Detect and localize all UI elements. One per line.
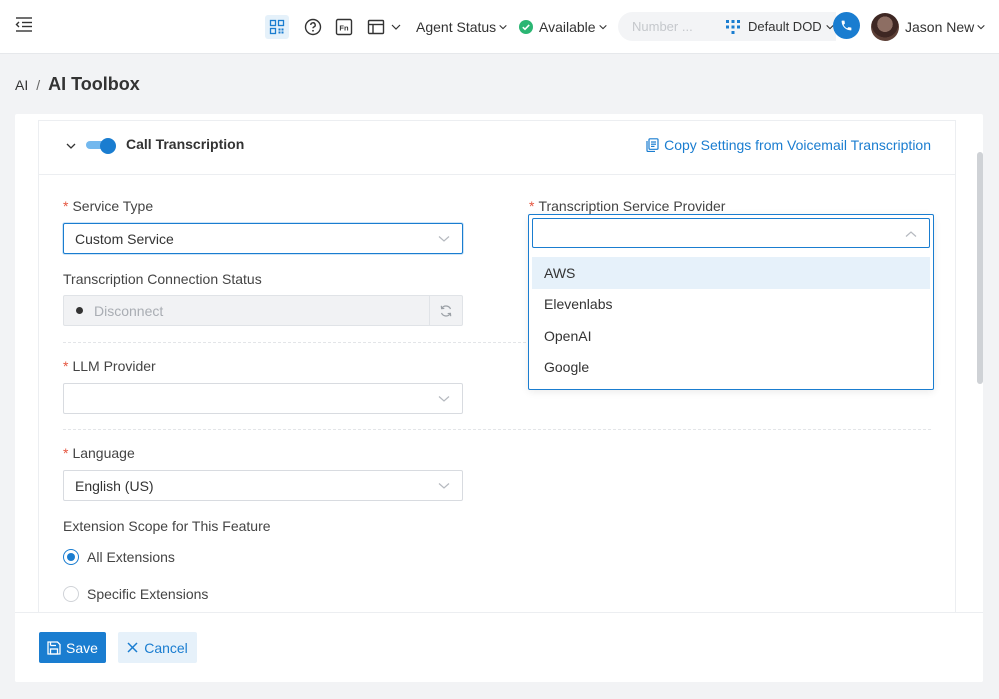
status-dot [76, 307, 83, 314]
radio-all-extensions[interactable]: All Extensions [63, 549, 175, 565]
language-label-text: Language [72, 445, 135, 461]
refresh-button[interactable] [429, 296, 462, 325]
number-input[interactable] [618, 12, 730, 41]
save-button[interactable]: Save [39, 632, 106, 663]
provider-option-aws[interactable]: AWS [532, 257, 930, 289]
chevron-down-icon [391, 24, 401, 30]
cancel-button[interactable]: Cancel [118, 632, 197, 663]
agent-status-dropdown[interactable]: Agent Status [416, 0, 508, 54]
close-icon [127, 642, 138, 653]
fn-key-icon[interactable]: Fn [335, 0, 353, 54]
qr-code-icon[interactable] [265, 15, 289, 39]
radio-specific-extensions[interactable]: Specific Extensions [63, 586, 208, 602]
window-icon[interactable] [367, 0, 402, 54]
svg-text:Fn: Fn [339, 23, 349, 32]
provider-select[interactable] [532, 218, 930, 248]
scrollbar[interactable] [977, 152, 983, 384]
radio-label: Specific Extensions [87, 586, 209, 602]
extension-scope-label: Extension Scope for This Feature [63, 518, 271, 534]
availability-dropdown[interactable]: Available [519, 0, 608, 54]
provider-option-elevenlabs[interactable]: Elevenlabs [529, 289, 933, 321]
call-transcription-toggle[interactable] [86, 138, 116, 154]
save-icon [47, 640, 61, 655]
radio-button[interactable] [63, 549, 79, 565]
chevron-down-icon [438, 236, 450, 242]
help-icon[interactable] [304, 0, 322, 54]
radio-label: All Extensions [87, 549, 175, 565]
card-header: Call Transcription Copy Settings from Vo… [39, 121, 955, 175]
card-title: Call Transcription [126, 136, 245, 152]
llm-provider-select[interactable] [63, 383, 463, 414]
default-dod-dropdown[interactable]: Default DOD [718, 12, 836, 41]
provider-option-google[interactable]: Google [529, 352, 933, 384]
copy-settings-link[interactable]: Copy Settings from Voicemail Transcripti… [646, 137, 931, 153]
service-type-value: Custom Service [75, 230, 174, 247]
copy-settings-label: Copy Settings from Voicemail Transcripti… [664, 137, 931, 153]
service-type-select[interactable]: Custom Service [63, 223, 463, 254]
page-title: AI Toolbox [48, 74, 140, 94]
llm-provider-label: * LLM Provider [63, 358, 156, 374]
section-divider [63, 429, 931, 430]
chevron-up-icon [905, 231, 917, 237]
main-panel: Call Transcription Copy Settings from Vo… [15, 114, 983, 682]
chevron-down-icon [499, 24, 507, 30]
connection-status-label: Transcription Connection Status [63, 271, 262, 287]
chevron-down-icon [598, 24, 607, 30]
llm-provider-label-text: LLM Provider [72, 358, 156, 374]
provider-label-text: Transcription Service Provider [538, 198, 726, 214]
top-bar: Fn Agent Status Available Default DOD Ja… [0, 0, 999, 54]
chevron-down-icon [438, 483, 450, 489]
connection-status-value: Disconnect [94, 302, 164, 319]
language-value: English (US) [75, 477, 154, 494]
check-circle-icon [519, 20, 533, 34]
service-type-label: * Service Type [63, 198, 153, 214]
dialpad-icon [726, 19, 740, 34]
agent-status-label: Agent Status [416, 19, 497, 35]
language-select[interactable]: English (US) [63, 470, 463, 501]
provider-option-openai[interactable]: OpenAI [529, 320, 933, 352]
language-label: * Language [63, 445, 135, 461]
connection-status-field: Disconnect [63, 295, 463, 326]
chevron-down-icon[interactable] [65, 140, 77, 152]
required-mark: * [63, 198, 69, 214]
provider-label: * Transcription Service Provider [529, 198, 725, 214]
chevron-down-icon [977, 24, 985, 30]
user-name: Jason New [905, 19, 975, 35]
breadcrumb-separator: / [36, 76, 41, 93]
provider-dropdown: AWS Elevenlabs OpenAI Google [528, 214, 934, 390]
default-dod-label: Default DOD [748, 19, 822, 34]
availability-label: Available [539, 19, 596, 35]
provider-options: AWS Elevenlabs OpenAI Google [529, 257, 933, 383]
breadcrumb: AI / AI Toolbox [15, 74, 140, 95]
call-button[interactable] [833, 12, 860, 39]
radio-button[interactable] [63, 586, 79, 602]
breadcrumb-root[interactable]: AI [15, 77, 28, 93]
form-footer: Save Cancel [15, 612, 983, 682]
required-mark: * [63, 358, 69, 374]
phone-icon [841, 20, 852, 31]
refresh-icon [440, 304, 452, 317]
user-menu[interactable]: Jason New [871, 0, 986, 54]
required-mark: * [529, 198, 535, 214]
cancel-label: Cancel [144, 639, 188, 656]
save-label: Save [66, 639, 98, 656]
menu-collapse-icon[interactable] [14, 14, 34, 34]
avatar [871, 13, 899, 41]
service-type-label-text: Service Type [72, 198, 154, 214]
chevron-down-icon [438, 396, 450, 402]
required-mark: * [63, 445, 69, 461]
copy-icon [646, 138, 659, 152]
